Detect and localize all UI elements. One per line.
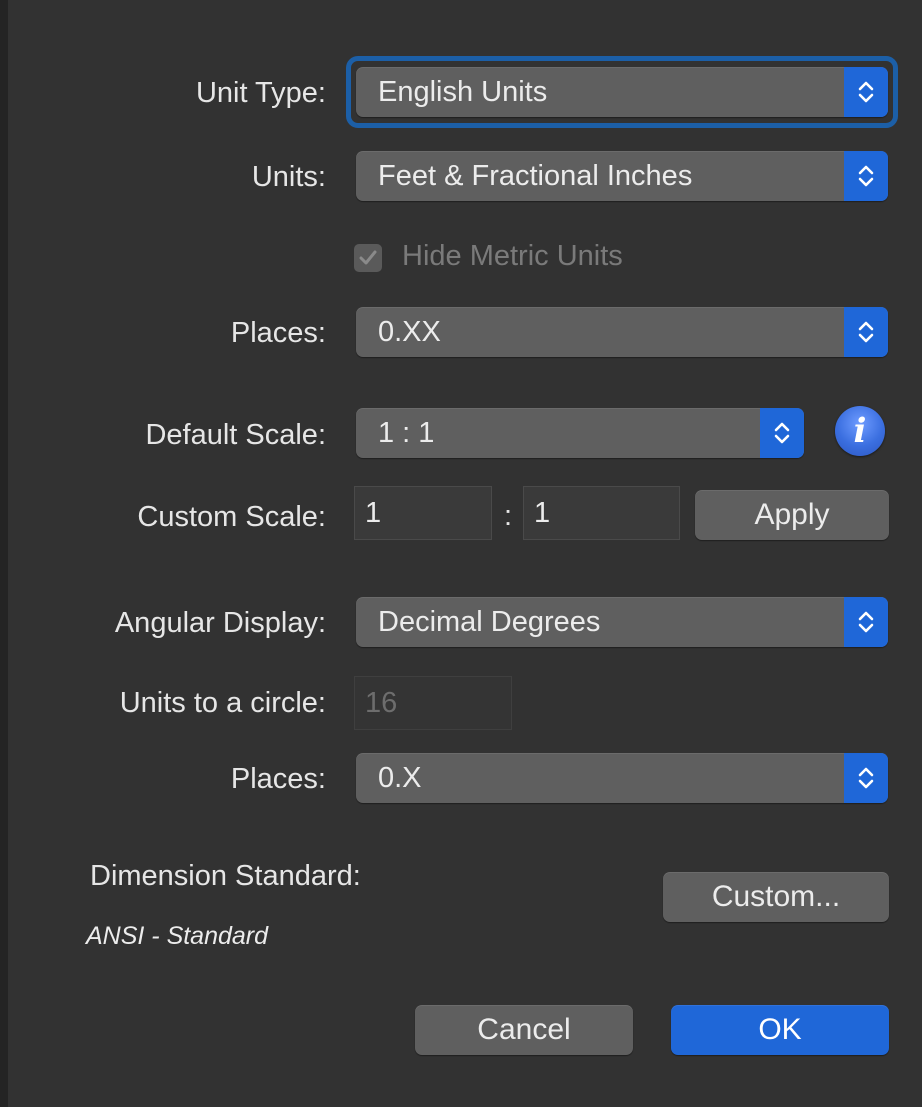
angular-places-value: 0.X — [378, 762, 422, 794]
custom-scale-separator: : — [504, 500, 513, 532]
hide-metric-units-label: Hide Metric Units — [402, 240, 623, 272]
ok-button[interactable]: OK — [671, 1005, 889, 1055]
places-popup[interactable]: 0.XX — [356, 307, 888, 357]
cancel-button[interactable]: Cancel — [415, 1005, 633, 1055]
angular-display-value: Decimal Degrees — [378, 606, 601, 638]
units-popup[interactable]: Feet & Fractional Inches — [356, 151, 888, 201]
dimension-standard-label: Dimension Standard: — [90, 860, 361, 892]
angular-places-popup[interactable]: 0.X — [356, 753, 888, 803]
chevron-up-down-icon — [844, 597, 888, 647]
units-value: Feet & Fractional Inches — [378, 160, 693, 192]
default-scale-label: Default Scale: — [145, 419, 326, 451]
default-scale-popup[interactable]: 1 : 1 — [356, 408, 804, 458]
chevron-up-down-icon — [844, 753, 888, 803]
checkmark-icon — [354, 244, 382, 272]
custom-button[interactable]: Custom... — [663, 872, 889, 922]
places-label: Places: — [230, 317, 326, 349]
apply-button[interactable]: Apply — [695, 490, 889, 540]
chevron-up-down-icon — [760, 408, 804, 458]
chevron-up-down-icon — [844, 67, 888, 117]
units-label: Units: — [251, 161, 326, 193]
default-scale-value: 1 : 1 — [378, 417, 435, 449]
unit-type-popup[interactable]: English Units — [356, 67, 888, 117]
custom-scale-label: Custom Scale: — [137, 501, 326, 533]
angular-display-popup[interactable]: Decimal Degrees — [356, 597, 888, 647]
custom-scale-right-input[interactable]: 1 — [523, 486, 680, 540]
angular-places-label: Places: — [230, 763, 326, 795]
unit-type-label: Unit Type: — [195, 77, 326, 109]
places-value: 0.XX — [378, 316, 441, 348]
units-dialog: Unit Type: English Units Units: Feet & F… — [0, 0, 922, 1107]
custom-scale-left-input[interactable]: 1 — [354, 486, 492, 540]
angular-display-label: Angular Display: — [114, 607, 326, 639]
info-icon[interactable]: i — [835, 406, 885, 456]
dimension-standard-value: ANSI - Standard — [86, 922, 269, 950]
units-to-circle-input[interactable]: 16 — [354, 676, 512, 730]
unit-type-value: English Units — [378, 76, 548, 108]
chevron-up-down-icon — [844, 307, 888, 357]
units-to-circle-label: Units to a circle: — [119, 687, 326, 719]
chevron-up-down-icon — [844, 151, 888, 201]
info-glyph: i — [853, 411, 867, 451]
